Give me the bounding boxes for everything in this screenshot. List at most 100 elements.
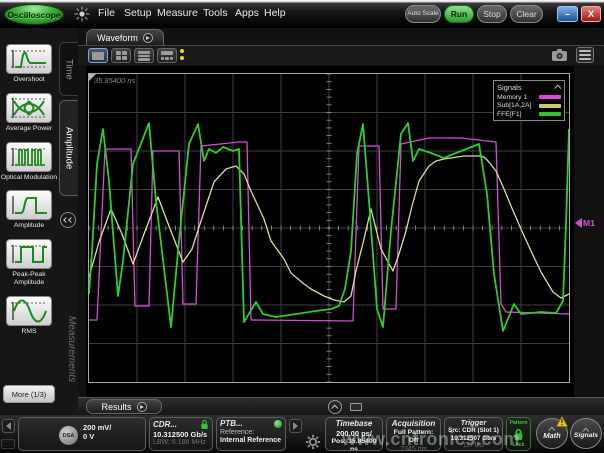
measurements-sidebar: Overshoot Average Power xyxy=(0,28,78,415)
triangle-left-icon xyxy=(6,422,11,430)
scroll-right-button[interactable] xyxy=(289,419,302,433)
legend-collapse-icon[interactable] xyxy=(554,85,561,92)
legend-swatch-memory1 xyxy=(539,95,561,99)
status-bar: ·········· DSA 200 mV/ 0 V CDR... 10.312… xyxy=(0,415,604,453)
channel-scale: 200 mV/ xyxy=(83,423,111,432)
triangle-right-icon xyxy=(293,422,298,430)
chevron-left-icon xyxy=(68,217,74,223)
measurement-overshoot[interactable]: Overshoot xyxy=(0,44,58,84)
stop-button[interactable]: Stop xyxy=(477,5,507,23)
sidebar-tab-amplitude[interactable]: Amplitude xyxy=(59,100,78,196)
waveform-toolbar xyxy=(78,45,604,65)
legend-entry[interactable]: Sub[1A,2A] xyxy=(497,102,561,109)
keyboard-icon[interactable]: ·········· xyxy=(1,439,15,449)
legend-entry[interactable]: Memory 1 xyxy=(497,94,561,101)
scroll-left-button[interactable] xyxy=(2,419,15,433)
camera-icon[interactable] xyxy=(551,48,568,62)
measurement-label: RMS xyxy=(0,328,58,336)
menu-help[interactable]: Help xyxy=(264,7,286,19)
cdr-title: CDR... xyxy=(153,420,177,430)
lock-icon xyxy=(200,419,209,430)
legend-entry[interactable]: FFE[F1] xyxy=(497,111,561,118)
layout-single-button[interactable] xyxy=(88,48,108,63)
tab-waveform[interactable]: Waveform xyxy=(86,29,164,45)
waveform-tab-menu-icon[interactable] xyxy=(143,33,153,43)
marker-m1[interactable]: M1 xyxy=(575,218,595,228)
auto-scale-button[interactable]: Auto Scale xyxy=(405,5,441,23)
status-green-dot xyxy=(274,420,282,428)
measurement-rms[interactable]: RMS xyxy=(0,296,58,336)
trigger-title: Trigger xyxy=(448,418,499,427)
horizontal-position-label: 35.85400 ns xyxy=(94,76,135,85)
channel-panel[interactable]: DSA 200 mV/ 0 V xyxy=(18,417,146,451)
timebase-position: Pos: 35.85400 ns xyxy=(329,438,379,451)
oscilloscope-window: Oscilloscope File Setup Measure Tools Ap… xyxy=(0,0,604,453)
average-power-icon xyxy=(6,93,52,123)
tab-results[interactable]: Results xyxy=(86,399,162,414)
pattern-lock-top-label: Pattern xyxy=(510,420,528,426)
layout-mixed-button[interactable] xyxy=(157,48,177,63)
menu-file[interactable]: File xyxy=(98,7,115,19)
menu-tools[interactable]: Tools xyxy=(203,7,228,19)
overshoot-icon xyxy=(6,44,52,74)
ptb-title: PTB... xyxy=(220,419,243,429)
sidebar-collapse-button[interactable] xyxy=(60,212,76,228)
peak-peak-amplitude-icon xyxy=(6,239,52,269)
plot-menu-icon[interactable] xyxy=(576,47,594,63)
measurement-label: Optical Modulation xyxy=(0,174,58,182)
settings-sun-icon[interactable] xyxy=(74,6,90,22)
cdr-rate: 10.312500 Gb/s xyxy=(153,430,209,439)
results-tab-menu-icon[interactable] xyxy=(137,402,147,412)
toolbar-indicator-dots xyxy=(180,49,184,60)
sidebar-tab-time[interactable]: Time xyxy=(59,42,78,96)
ptb-reference-label: Reference: xyxy=(220,429,282,437)
cdr-lbw: LBW: 6.186 MHz xyxy=(153,439,209,447)
more-measurements-button[interactable]: More (1/3) xyxy=(3,385,55,403)
trigger-rate: 10.312507 Gb/s xyxy=(448,435,499,443)
measurement-label: Average Power xyxy=(0,125,58,133)
trigger-bits: 127 bits xyxy=(448,443,499,450)
measurement-peak-peak-amplitude[interactable]: Peak-Peak Amplitude xyxy=(0,239,58,287)
measurement-amplitude[interactable]: Amplitude xyxy=(0,190,58,230)
gear-icon[interactable] xyxy=(305,434,321,450)
legend-entry-label: Sub[1A,2A] xyxy=(497,102,531,109)
pattern-lock-icon xyxy=(513,428,524,441)
menu-setup[interactable]: Setup xyxy=(124,7,151,19)
sidebar-tabstrip: Time Amplitude Measurements xyxy=(58,28,78,415)
minimize-button[interactable]: – xyxy=(557,6,578,22)
optical-modulation-icon xyxy=(6,142,52,172)
layout-quad-button[interactable] xyxy=(111,48,131,63)
waveform-grid: 35.85400 ns Signals Memory 1 Sub[1A,2A] xyxy=(88,73,570,383)
acquisition-panel[interactable]: Acquisition Full Pattern: Off 2345 pts xyxy=(386,417,441,451)
legend-entry-label: Memory 1 xyxy=(497,94,527,101)
menu-measure[interactable]: Measure xyxy=(157,7,198,19)
signals-button[interactable]: Signals xyxy=(570,418,602,449)
legend-swatch-sub xyxy=(539,104,561,108)
trigger-panel[interactable]: Trigger Src: CDR (Slot 1) 10.312507 Gb/s… xyxy=(444,417,503,451)
acquisition-pattern: Full Pattern: Off xyxy=(390,429,437,446)
clear-button[interactable]: Clear xyxy=(510,5,543,23)
measurement-average-power[interactable]: Average Power xyxy=(0,93,58,133)
waveform-panel: Waveform xyxy=(78,28,604,415)
acquisition-points: 2345 pts xyxy=(390,446,437,451)
pattern-lock-panel[interactable]: Pattern Lock xyxy=(506,417,531,451)
layout-rows-button[interactable] xyxy=(134,48,154,63)
acquisition-title: Acquisition xyxy=(390,419,437,429)
timebase-scale: 200.00 ps/ xyxy=(329,429,379,438)
timebase-panel[interactable]: Timebase 200.00 ps/ Pos: 35.85400 ns xyxy=(325,417,383,451)
ptb-panel[interactable]: PTB... Reference: Internal Reference xyxy=(216,417,286,451)
menu-apps[interactable]: Apps xyxy=(235,7,259,19)
cdr-panel[interactable]: CDR... 10.312500 Gb/s LBW: 6.186 MHz xyxy=(149,417,213,451)
measurement-optical-modulation[interactable]: Optical Modulation xyxy=(0,142,58,182)
measurement-label: Overshoot xyxy=(0,76,58,84)
results-window-icon[interactable] xyxy=(350,403,362,411)
results-bar: Results xyxy=(78,397,604,415)
run-button[interactable]: Run xyxy=(444,5,474,23)
results-collapse-button[interactable] xyxy=(328,400,342,414)
measurements-panel-label: Measurements xyxy=(66,316,77,382)
waveform-plot-area[interactable]: 35.85400 ns Signals Memory 1 Sub[1A,2A] xyxy=(86,66,574,398)
channel-offset: 0 V xyxy=(83,432,111,441)
oscilloscope-logo: Oscilloscope xyxy=(4,4,64,25)
close-button[interactable]: X xyxy=(581,6,601,22)
top-menu-bar: Oscilloscope File Setup Measure Tools Ap… xyxy=(0,0,604,28)
